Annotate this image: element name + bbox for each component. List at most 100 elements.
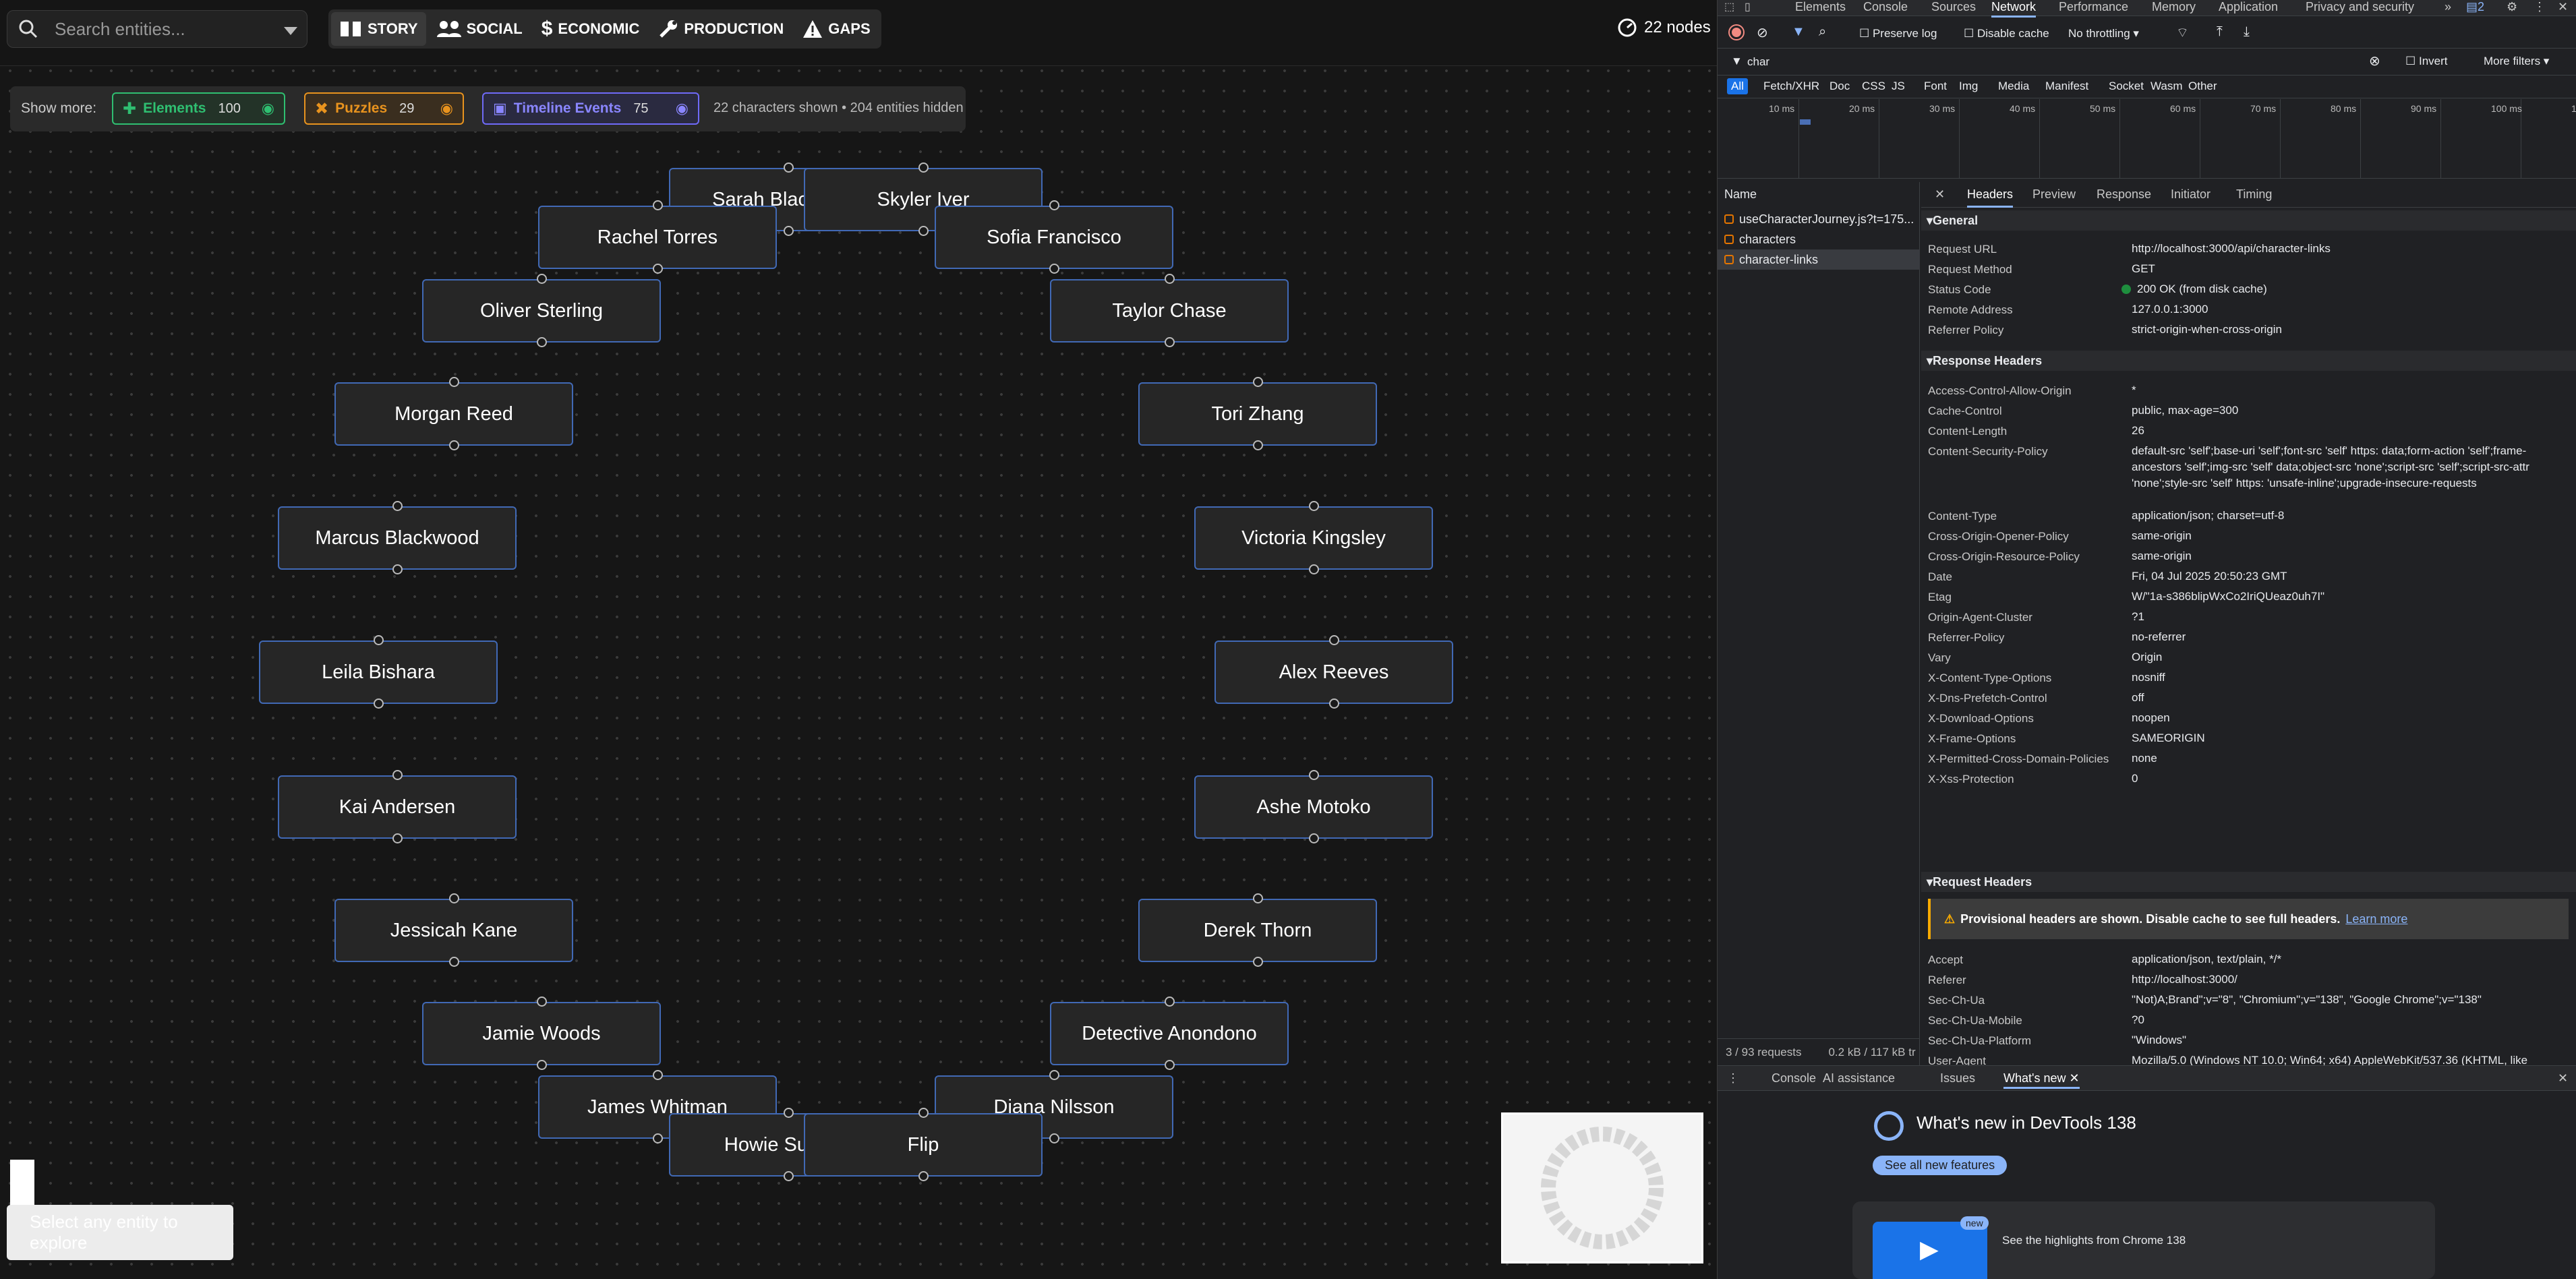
resource-type-other[interactable]: Other bbox=[2184, 78, 2221, 94]
connection-handle[interactable] bbox=[1329, 698, 1339, 709]
resource-type-manifest[interactable]: Manifest bbox=[2041, 78, 2092, 94]
connection-handle[interactable] bbox=[449, 957, 459, 967]
more-tabs-icon[interactable]: » bbox=[2445, 0, 2451, 14]
connection-handle[interactable] bbox=[784, 162, 794, 173]
connection-handle[interactable] bbox=[392, 501, 403, 511]
character-node[interactable]: Jessicah Kane bbox=[334, 899, 573, 962]
connection-handle[interactable] bbox=[918, 1171, 929, 1181]
character-node[interactable]: Taylor Chase bbox=[1050, 279, 1289, 343]
character-node[interactable]: Morgan Reed bbox=[334, 382, 573, 446]
connection-handle[interactable] bbox=[1253, 957, 1263, 967]
close-details-icon[interactable]: ✕ bbox=[1935, 187, 1945, 202]
see-all-features-button[interactable]: See all new features bbox=[1873, 1156, 2008, 1175]
connection-handle[interactable] bbox=[537, 274, 547, 284]
character-node[interactable]: Derek Thorn bbox=[1138, 899, 1377, 962]
resource-type-wasm[interactable]: Wasm bbox=[2146, 78, 2187, 94]
resource-type-socket[interactable]: Socket bbox=[2105, 78, 2148, 94]
connection-handle[interactable] bbox=[1049, 1070, 1059, 1080]
tab-headers[interactable]: Headers bbox=[1967, 187, 2014, 208]
resource-type-fetchxhr[interactable]: Fetch/XHR bbox=[1759, 78, 1823, 94]
throttling-select[interactable]: No throttling ▾ bbox=[2068, 27, 2139, 40]
character-node[interactable]: Leila Bishara bbox=[259, 641, 498, 704]
character-node[interactable]: Ashe Motoko bbox=[1194, 775, 1433, 839]
clear-filter-icon[interactable]: ⊗ bbox=[2369, 53, 2380, 69]
tab-console[interactable]: Console bbox=[1863, 0, 1908, 14]
resource-type-css[interactable]: CSS bbox=[1858, 78, 1890, 94]
connection-handle[interactable] bbox=[449, 893, 459, 903]
search-box[interactable] bbox=[7, 10, 308, 48]
response-headers-section-header[interactable]: ▾ Response Headers bbox=[1921, 351, 2576, 371]
connection-handle[interactable] bbox=[392, 770, 403, 780]
request-row[interactable]: useCharacterJourney.js?t=175... bbox=[1718, 209, 1920, 229]
connection-handle[interactable] bbox=[1309, 833, 1319, 843]
view-gaps-button[interactable]: GAPS bbox=[794, 12, 878, 46]
connection-handle[interactable] bbox=[449, 440, 459, 450]
connection-handle[interactable] bbox=[1309, 501, 1319, 511]
connection-handle[interactable] bbox=[1165, 337, 1175, 347]
tab-performance[interactable]: Performance bbox=[2059, 0, 2128, 14]
tab-initiator[interactable]: Initiator bbox=[2171, 187, 2211, 202]
connection-handle[interactable] bbox=[1165, 1060, 1175, 1070]
upload-icon[interactable]: ⤒ bbox=[2217, 24, 2223, 40]
device-icon[interactable]: ▯ bbox=[1745, 0, 1751, 13]
connection-handle[interactable] bbox=[1309, 770, 1319, 780]
resource-type-all[interactable]: All bbox=[1727, 78, 1748, 94]
drawer-tab-whats-new[interactable]: What's new ✕ bbox=[2003, 1071, 2080, 1089]
filter-icon[interactable]: ▼ bbox=[1792, 24, 1805, 40]
connection-handle[interactable] bbox=[1165, 997, 1175, 1007]
resource-type-js[interactable]: JS bbox=[1887, 78, 1909, 94]
network-overview-timeline[interactable]: 10 ms 20 ms 30 ms 40 ms 50 ms 60 ms 70 ms 80 ms… bbox=[1718, 99, 2576, 179]
tab-elements[interactable]: Elements bbox=[1795, 0, 1846, 14]
eye-icon[interactable]: ◉ bbox=[676, 100, 689, 117]
view-production-button[interactable]: PRODUCTION bbox=[650, 12, 792, 46]
resource-type-font[interactable]: Font bbox=[1920, 78, 1951, 94]
connection-handle[interactable] bbox=[1329, 635, 1339, 645]
drawer-menu-icon[interactable]: ⋮ bbox=[1727, 1071, 1739, 1085]
resource-type-img[interactable]: Img bbox=[1955, 78, 1982, 94]
invert-checkbox[interactable]: ☐ Invert bbox=[2405, 55, 2448, 68]
inspect-icon[interactable]: ⬚ bbox=[1724, 0, 1734, 13]
graph-canvas[interactable]: STORY SOCIAL $ ECONOMIC PRODUCTION GAPS … bbox=[0, 0, 1717, 1279]
character-node[interactable]: Rachel Torres bbox=[538, 206, 777, 269]
tab-sources[interactable]: Sources bbox=[1931, 0, 1976, 14]
connection-handle[interactable] bbox=[784, 1108, 794, 1118]
connection-handle[interactable] bbox=[392, 833, 403, 843]
disable-cache-checkbox[interactable]: ☐ Disable cache bbox=[1964, 27, 2049, 40]
drawer-tab-console[interactable]: Console bbox=[1772, 1071, 1816, 1085]
download-icon[interactable]: ⤓ bbox=[2244, 24, 2250, 40]
character-node[interactable]: Alex Reeves bbox=[1214, 641, 1453, 704]
eye-icon[interactable]: ◉ bbox=[440, 100, 453, 117]
connection-handle[interactable] bbox=[537, 997, 547, 1007]
connection-handle[interactable] bbox=[1049, 200, 1059, 210]
character-node[interactable]: Tori Zhang bbox=[1138, 382, 1377, 446]
tab-privacy[interactable]: Privacy and security bbox=[2306, 0, 2414, 14]
issues-badge[interactable]: ▤2 bbox=[2466, 0, 2484, 14]
connection-handle[interactable] bbox=[918, 1108, 929, 1118]
connection-handle[interactable] bbox=[1049, 1133, 1059, 1143]
more-filters-button[interactable]: More filters ▾ bbox=[2484, 55, 2549, 68]
connection-handle[interactable] bbox=[1253, 893, 1263, 903]
view-economic-button[interactable]: $ ECONOMIC bbox=[533, 12, 648, 46]
timeline-filter-chip[interactable]: ▣ Timeline Events 75 ◉ bbox=[482, 92, 699, 125]
connection-handle[interactable] bbox=[374, 635, 384, 645]
learn-more-link[interactable]: Learn more bbox=[2345, 912, 2407, 926]
character-node[interactable]: Detective Anondono bbox=[1050, 1002, 1289, 1065]
connection-handle[interactable] bbox=[1049, 264, 1059, 274]
connection-handle[interactable] bbox=[784, 1171, 794, 1181]
view-story-button[interactable]: STORY bbox=[331, 12, 426, 46]
resource-type-doc[interactable]: Doc bbox=[1825, 78, 1854, 94]
connection-handle[interactable] bbox=[449, 377, 459, 387]
character-node[interactable]: Victoria Kingsley bbox=[1194, 506, 1433, 570]
search-input[interactable] bbox=[55, 16, 270, 42]
minimap[interactable] bbox=[1501, 1112, 1703, 1263]
connection-handle[interactable] bbox=[374, 698, 384, 709]
character-node[interactable]: Oliver Sterling bbox=[422, 279, 661, 343]
tab-response[interactable]: Response bbox=[2097, 187, 2151, 202]
network-filter-input[interactable] bbox=[1747, 53, 2381, 71]
puzzles-filter-chip[interactable]: ✖ Puzzles 29 ◉ bbox=[304, 92, 464, 125]
connection-handle[interactable] bbox=[537, 1060, 547, 1070]
character-node[interactable]: Marcus Blackwood bbox=[278, 506, 517, 570]
connection-handle[interactable] bbox=[1309, 564, 1319, 574]
view-social-button[interactable]: SOCIAL bbox=[429, 12, 531, 46]
connection-handle[interactable] bbox=[653, 264, 663, 274]
